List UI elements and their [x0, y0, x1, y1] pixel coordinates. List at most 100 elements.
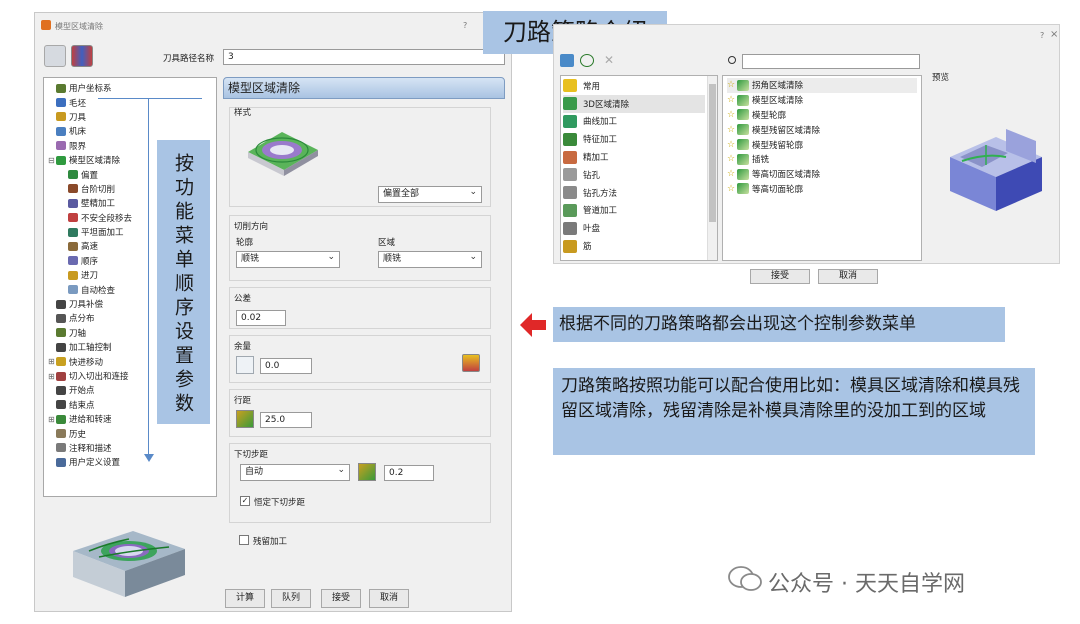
cut-direction-label: 切削方向 [234, 222, 269, 232]
add-icon[interactable] [580, 54, 594, 67]
tree-item[interactable]: 用户坐标系 [48, 81, 216, 95]
category-label: 钻孔 [583, 170, 601, 181]
thickness-settings-icon[interactable] [462, 354, 480, 372]
tree-item-label: 刀轴 [69, 328, 87, 339]
tree-item-label: 模型区域清除 [69, 156, 121, 167]
category-item[interactable]: 叶盘 [563, 219, 705, 237]
checkmark-icon: ✓ [241, 496, 249, 505]
favorite-star-icon[interactable]: ☆ [727, 154, 737, 164]
strategy-accept-button[interactable]: 接受 [750, 269, 810, 284]
tree-expander-icon[interactable]: ⊟ [48, 156, 56, 165]
strategy-item[interactable]: ☆ 模型残留轮廓 [727, 137, 917, 152]
category-item[interactable]: 筋 [563, 237, 705, 255]
queue-button[interactable]: 队列 [271, 589, 311, 608]
strategy-help-button[interactable]: ? [1040, 31, 1044, 40]
tree-expander-icon[interactable]: ⊞ [48, 372, 56, 381]
favorite-star-icon[interactable]: ☆ [727, 169, 737, 179]
tree-item-icon [56, 443, 66, 453]
favorite-star-icon[interactable]: ☆ [727, 110, 737, 120]
tree-item[interactable]: 用户定义设置 [48, 455, 216, 469]
tree-item[interactable]: 历史 [48, 426, 216, 440]
settings-icon[interactable] [44, 45, 66, 67]
open-folder-icon[interactable] [560, 54, 574, 67]
style-label: 样式 [234, 108, 252, 118]
tree-item[interactable]: 注释和描述 [48, 441, 216, 455]
favorite-star-icon[interactable]: ☆ [727, 95, 737, 105]
stepdown-input[interactable]: 0.2 [384, 465, 434, 481]
tree-item-label: 历史 [69, 429, 87, 440]
stepdown-group: 下切步距 自动 0.2 ✓ 恒定下切步距 [229, 443, 491, 523]
category-label: 常用 [583, 81, 601, 92]
category-item[interactable]: 钻孔 [563, 166, 705, 184]
tree-item-label: 刀具 [69, 112, 87, 123]
strategy-icon [737, 168, 749, 180]
search-icon [728, 56, 736, 64]
tree-item-label: 台阶切削 [81, 184, 116, 195]
strategy-cancel-button[interactable]: 取消 [818, 269, 878, 284]
category-item[interactable]: 钻孔方法 [563, 184, 705, 202]
tree-item-label: 切入切出和连接 [69, 372, 129, 382]
area-select[interactable]: 顺铣 [378, 251, 482, 268]
accept-button[interactable]: 接受 [321, 589, 361, 608]
calculate-button[interactable]: 计算 [225, 589, 265, 608]
tree-expander-icon[interactable]: ⊞ [48, 357, 56, 366]
favorite-star-icon[interactable]: ☆ [727, 80, 737, 90]
strategy-item[interactable]: ☆ 模型残留区域清除 [727, 122, 917, 137]
category-label: 精加工 [583, 153, 609, 164]
cancel-button[interactable]: 取消 [369, 589, 409, 608]
category-item[interactable]: 曲线加工 [563, 113, 705, 131]
category-item[interactable]: 精加工 [563, 148, 705, 166]
toolpath-icon[interactable] [71, 45, 93, 67]
allowance-input[interactable]: 0.0 [260, 358, 312, 374]
category-item[interactable]: 常用 [563, 77, 705, 95]
category-label: 3D区域清除 [583, 99, 629, 110]
tree-item-label: 注释和描述 [69, 443, 112, 454]
profile-select[interactable]: 顺铣 [236, 251, 340, 268]
category-scrollbar[interactable] [707, 76, 717, 260]
strategy-item[interactable]: ☆ 等高切面区域清除 [727, 167, 917, 182]
stepdown-icon[interactable] [358, 463, 376, 481]
favorite-star-icon[interactable]: ☆ [727, 125, 737, 135]
tree-item-icon [56, 400, 66, 410]
strategy-item[interactable]: ☆ 模型区域清除 [727, 93, 917, 108]
toolpath-name-input[interactable]: 3 [223, 49, 505, 65]
category-label: 曲线加工 [583, 117, 618, 128]
strategy-item[interactable]: ☆ 插铣 [727, 152, 917, 167]
search-input[interactable] [742, 54, 920, 69]
stepover-icon[interactable] [236, 410, 254, 428]
tree-item[interactable]: 机床 [48, 124, 216, 138]
tree-item-label: 开始点 [69, 386, 95, 397]
tree-item-label: 自动检查 [81, 285, 116, 296]
allowance-icon[interactable] [236, 356, 254, 374]
delete-icon[interactable]: ✕ [602, 54, 616, 67]
style-select[interactable]: 偏置全部 [378, 186, 482, 203]
category-scroll-thumb[interactable] [709, 84, 716, 222]
category-item[interactable]: 管道加工 [563, 202, 705, 220]
category-item[interactable]: 3D区域清除 [563, 94, 705, 113]
tree-item-label: 限界 [69, 141, 87, 152]
tolerance-input[interactable]: 0.02 [236, 310, 286, 326]
strategy-label: 等高切面轮廓 [752, 184, 804, 195]
help-button[interactable]: ? [463, 21, 467, 30]
strategy-label: 模型残留轮廓 [752, 140, 804, 151]
strategy-item[interactable]: ☆ 模型轮廓 [727, 108, 917, 123]
tree-item-label: 结束点 [69, 400, 95, 411]
tree-guide-line [98, 98, 202, 99]
rest-machining-checkbox[interactable] [239, 535, 249, 545]
stepover-input[interactable]: 25.0 [260, 412, 312, 428]
category-label: 管道加工 [583, 206, 618, 217]
tree-item-icon [56, 414, 66, 424]
tree-expander-icon[interactable]: ⊞ [48, 415, 56, 424]
category-label: 特征加工 [583, 135, 618, 146]
strategy-close-button[interactable]: × [1050, 29, 1058, 40]
strategy-item[interactable]: ☆ 等高切面轮廓 [727, 182, 917, 197]
favorite-star-icon[interactable]: ☆ [727, 140, 737, 150]
category-item[interactable]: 特征加工 [563, 130, 705, 148]
constant-stepdown-checkbox[interactable]: ✓ [240, 496, 250, 506]
favorite-star-icon[interactable]: ☆ [727, 184, 737, 194]
strategy-item[interactable]: ☆ 拐角区域清除 [727, 78, 917, 93]
preview-label: 预览 [932, 73, 950, 83]
stepdown-mode-select[interactable]: 自动 [240, 464, 350, 481]
tree-item[interactable]: 刀具 [48, 110, 216, 124]
model-preview-image [69, 521, 189, 601]
